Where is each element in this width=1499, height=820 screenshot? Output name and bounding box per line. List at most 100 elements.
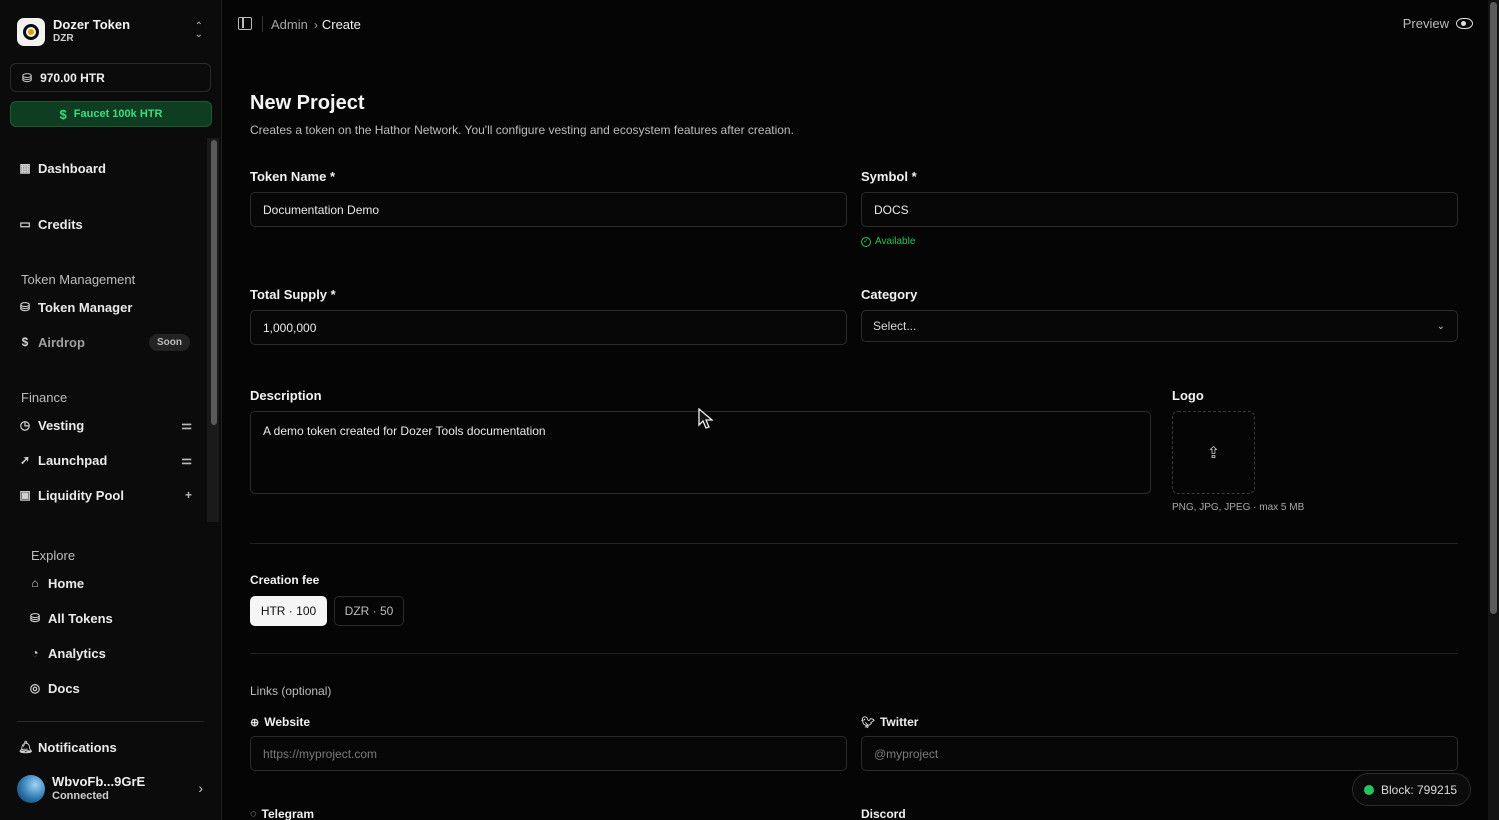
logo-label: Logo bbox=[1172, 388, 1204, 403]
sidebar-item-label: All Tokens bbox=[48, 610, 113, 626]
user-status: Connected bbox=[52, 790, 109, 802]
sidebar-item-credits[interactable]: ▭ Credits bbox=[18, 212, 196, 236]
sidebar-item-label: Vesting bbox=[38, 417, 85, 433]
fee-option-htr[interactable]: HTR · 100 bbox=[250, 596, 327, 626]
sidebar-item-notifications[interactable]: 🔔︎ Notifications bbox=[18, 735, 196, 759]
chevron-right-icon: › bbox=[313, 17, 318, 32]
category-value: Select... bbox=[873, 319, 917, 333]
dollar-icon: $ bbox=[59, 106, 67, 122]
website-input[interactable]: https://myproject.com bbox=[250, 736, 847, 771]
breadcrumb-current: Create bbox=[321, 17, 361, 32]
sidebar: Dozer Token DZR ⌃ ⌄ ⛁ 970.00 HTR $ Faucet… bbox=[0, 0, 222, 820]
sidebar-item-dashboard[interactable]: ▦ Dashboard bbox=[18, 156, 196, 180]
page-title: New Project bbox=[250, 92, 365, 114]
telegram-label: ◌ Telegram bbox=[250, 807, 314, 820]
website-label-text: Website bbox=[264, 715, 311, 729]
sliders-icon[interactable]: ⚌ bbox=[181, 453, 192, 467]
wallet-balance[interactable]: ⛁ 970.00 HTR bbox=[10, 63, 211, 92]
discord-label-text: Discord bbox=[861, 807, 906, 820]
section-divider bbox=[250, 653, 1458, 654]
pie-chart-icon: ◔ bbox=[31, 646, 39, 660]
message-circle-icon: ◌ bbox=[250, 808, 257, 820]
user-address: WbvoFb...9GrE bbox=[52, 774, 146, 789]
sidebar-item-docs[interactable]: ◎ Docs bbox=[28, 676, 206, 700]
category-select[interactable]: Select... ⌄ bbox=[861, 310, 1458, 342]
sidebar-item-label: Airdrop bbox=[38, 334, 85, 350]
preview-label: Preview bbox=[1402, 16, 1449, 31]
lifebuoy-icon: ◎ bbox=[29, 681, 41, 695]
twitter-label-text: Twitter bbox=[879, 715, 919, 729]
home-icon: ⌂ bbox=[31, 576, 39, 590]
sidebar-item-label: Notifications bbox=[38, 739, 117, 755]
page-subtitle: Creates a token on the Hathor Network. Y… bbox=[250, 123, 794, 137]
sidebar-item-all-tokens[interactable]: ⛁ All Tokens bbox=[28, 606, 206, 630]
dozer-logo-icon bbox=[17, 18, 45, 46]
coins-icon: ⛁ bbox=[29, 611, 41, 625]
sidebar-item-label: Liquidity Pool bbox=[38, 487, 124, 503]
sidebar-item-label: Analytics bbox=[48, 645, 106, 661]
sidebar-item-liquidity-pool[interactable]: ▣ Liquidity Pool + bbox=[18, 483, 196, 507]
sidebar-scrollbar-thumb[interactable] bbox=[211, 140, 217, 425]
mouse-cursor-icon bbox=[698, 408, 714, 429]
links-section-label: Links (optional) bbox=[250, 684, 332, 698]
pool-icon: ▣ bbox=[19, 488, 31, 502]
sidebar-item-label: Dashboard bbox=[38, 160, 106, 176]
total-supply-input[interactable]: 1,000,000 bbox=[250, 310, 847, 345]
faucet-button[interactable]: $ Faucet 100k HTR bbox=[10, 101, 212, 127]
dollar-icon: $ bbox=[21, 335, 29, 349]
topbar-divider bbox=[262, 16, 263, 32]
token-name-label: Token Name * bbox=[250, 169, 336, 184]
section-explore: Explore bbox=[31, 548, 76, 563]
sidebar-item-vesting[interactable]: ◷ Vesting ⚌ bbox=[18, 413, 196, 437]
token-switcher[interactable]: Dozer Token DZR ⌃ ⌄ bbox=[17, 16, 207, 48]
creation-fee-label: Creation fee bbox=[250, 573, 320, 587]
avatar bbox=[17, 775, 45, 803]
breadcrumb: Admin › Create bbox=[271, 17, 361, 32]
total-supply-label: Total Supply * bbox=[250, 287, 336, 302]
section-finance: Finance bbox=[21, 390, 68, 405]
section-token-management: Token Management bbox=[21, 272, 136, 287]
wallet-icon: ▭ bbox=[19, 217, 31, 231]
category-label: Category bbox=[861, 287, 918, 302]
plus-icon[interactable]: + bbox=[185, 488, 192, 502]
telegram-label-text: Telegram bbox=[261, 807, 315, 820]
sidebar-item-label: Docs bbox=[48, 680, 80, 696]
grid-icon: ▦ bbox=[19, 161, 31, 175]
user-account[interactable]: WbvoFb...9GrE Connected › bbox=[17, 774, 207, 804]
logo-upload[interactable]: ⇪ bbox=[1172, 411, 1255, 494]
sidebar-item-label: Home bbox=[48, 575, 85, 591]
sidebar-item-home[interactable]: ⌂ Home bbox=[28, 571, 206, 595]
sliders-icon[interactable]: ⚌ bbox=[181, 418, 192, 432]
token-name-input[interactable]: Documentation Demo bbox=[250, 192, 847, 227]
upload-icon: ⇪ bbox=[1206, 444, 1221, 462]
sidebar-item-label: Token Manager bbox=[38, 299, 133, 315]
discord-label: Discord bbox=[861, 807, 906, 820]
bell-icon: 🔔︎ bbox=[18, 740, 34, 754]
check-circle-icon: ✓ bbox=[861, 236, 871, 247]
page-scrollbar-thumb[interactable] bbox=[1490, 2, 1497, 614]
chevron-down-icon: ⌄ bbox=[1436, 320, 1445, 332]
sidebar-item-token-manager[interactable]: ⛁ Token Manager bbox=[18, 295, 196, 319]
twitter-input[interactable]: @myproject bbox=[861, 736, 1458, 771]
block-status-badge: Block: 799215 bbox=[1352, 773, 1471, 806]
website-label: ⊕ Website bbox=[250, 715, 310, 729]
sidebar-item-label: Credits bbox=[38, 216, 83, 232]
sidebar-item-analytics[interactable]: ◔ Analytics bbox=[28, 641, 206, 665]
fee-option-dzr[interactable]: DZR · 50 bbox=[334, 596, 404, 626]
soon-badge: Soon bbox=[149, 333, 190, 351]
sidebar-item-airdrop[interactable]: $ Airdrop Soon bbox=[18, 330, 196, 354]
faucet-label: Faucet 100k HTR bbox=[73, 108, 163, 120]
availability-text: Available bbox=[875, 236, 916, 247]
preview-button[interactable]: Preview bbox=[1403, 16, 1473, 31]
sidebar-item-launchpad[interactable]: ➚ Launchpad ⚌ bbox=[18, 448, 196, 472]
sidebar-toggle-icon[interactable] bbox=[238, 17, 252, 30]
globe-icon: ⊕ bbox=[250, 716, 260, 729]
chevrons-up-down-icon: ⌃ ⌄ bbox=[194, 21, 203, 40]
sidebar-item-label: Launchpad bbox=[38, 452, 108, 468]
coins-icon: ⛁ bbox=[19, 300, 31, 314]
breadcrumb-admin[interactable]: Admin bbox=[271, 17, 308, 32]
twitter-icon: 🐦︎ bbox=[861, 716, 875, 729]
chevron-right-icon: › bbox=[198, 780, 203, 796]
symbol-input[interactable]: DOCS bbox=[861, 192, 1458, 227]
sidebar-divider bbox=[17, 721, 204, 722]
